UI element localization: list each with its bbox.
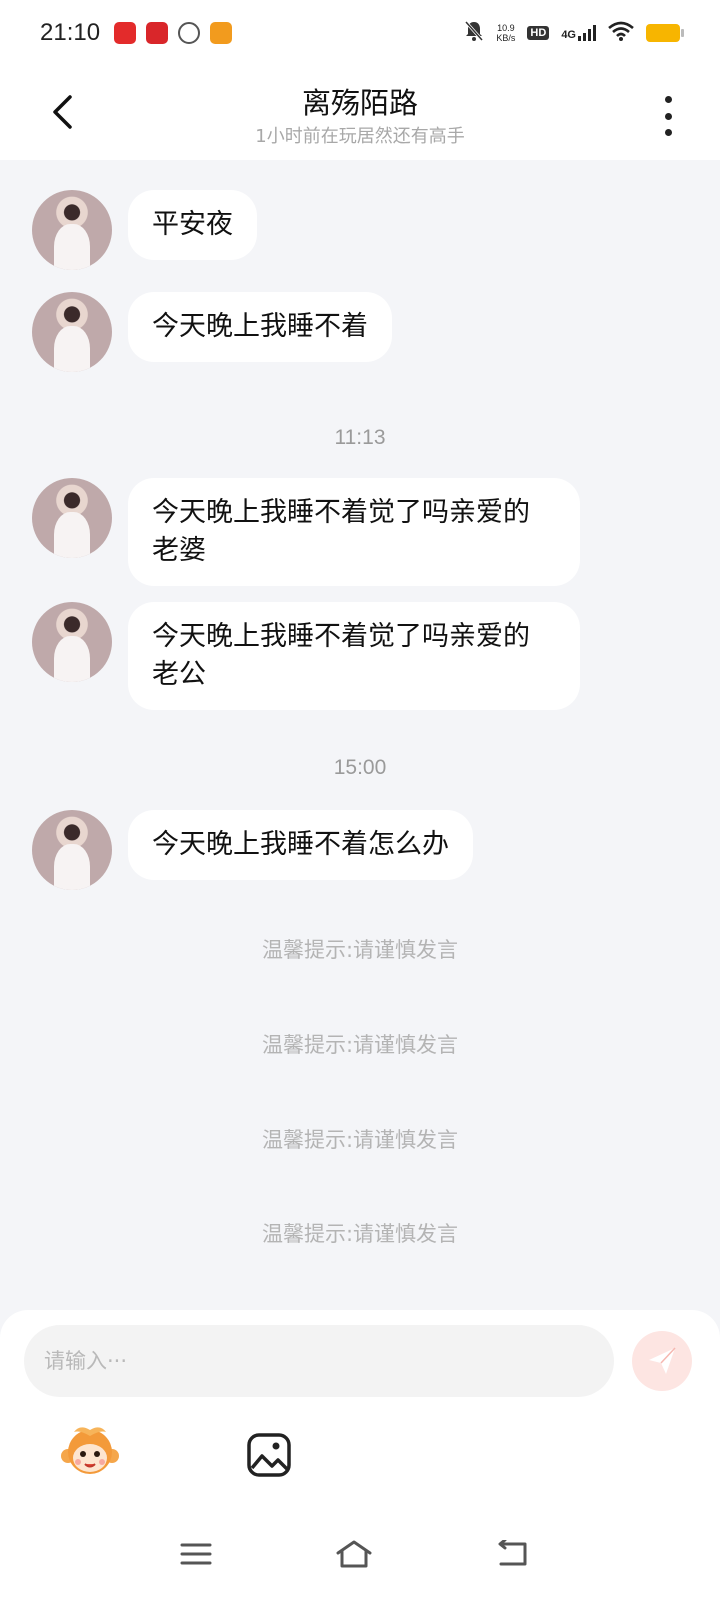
network-type: 4G (561, 29, 576, 41)
message-item: 今天晚上我睡不着觉了吗亲爱的老婆 (32, 478, 580, 586)
contact-avatar[interactable] (32, 810, 112, 890)
timestamp-divider: 15:00 (333, 756, 387, 779)
message-item: 今天晚上我睡不着 (32, 292, 392, 372)
message-bubble[interactable]: 今天晚上我睡不着觉了吗亲爱的老公 (128, 602, 580, 710)
app-notification-icon (178, 22, 201, 44)
mute-bell-icon (464, 20, 484, 46)
contact-name: 离殇陌路 (301, 86, 418, 120)
status-indicators: 10.9 KB/s HD 4G (464, 20, 684, 46)
return-icon (498, 1540, 527, 1566)
wifi-icon (608, 21, 634, 45)
emoji-button[interactable] (60, 1422, 120, 1482)
message-item: 今天晚上我睡不着觉了吗亲爱的老公 (32, 602, 580, 710)
contact-avatar[interactable] (32, 478, 112, 558)
timestamp-divider: 11:13 (334, 426, 386, 449)
menu-button[interactable] (174, 1532, 218, 1576)
network-speed-value: 10.9 (497, 23, 515, 33)
hd-badge: HD (527, 26, 550, 40)
message-item: 今天晚上我睡不着怎么办 (32, 810, 473, 890)
app-notification-icon (210, 22, 233, 44)
emoji-monkey-icon (61, 1427, 119, 1474)
contact-avatar[interactable] (32, 190, 112, 270)
back-nav-button[interactable] (490, 1532, 534, 1576)
system-tip: 温馨提示:请谨慎发言 (261, 938, 459, 962)
message-bubble[interactable]: 今天晚上我睡不着怎么办 (128, 810, 473, 880)
more-vertical-icon (664, 96, 672, 103)
network-speed: 10.9 KB/s (496, 23, 515, 43)
message-bubble[interactable]: 今天晚上我睡不着觉了吗亲爱的老婆 (128, 478, 580, 586)
app-notification-icon (146, 22, 169, 44)
more-options-button[interactable] (658, 96, 678, 136)
message-input[interactable] (24, 1325, 614, 1397)
message-item: 平安夜 (32, 190, 257, 270)
network-speed-unit: KB/s (496, 33, 516, 43)
contact-avatar[interactable] (32, 292, 112, 372)
home-button[interactable] (332, 1532, 376, 1576)
send-button[interactable] (632, 1331, 692, 1391)
chat-screen: 21:10 10.9 KB/s HD 4G 离殇陌路 1小时前在玩居然还有高手 … (0, 0, 720, 1600)
contact-avatar[interactable] (32, 602, 112, 682)
system-tip: 温馨提示:请谨慎发言 (261, 1128, 459, 1152)
message-bubble[interactable]: 今天晚上我睡不着 (128, 292, 392, 362)
status-bar: 21:10 10.9 KB/s HD 4G (0, 0, 720, 66)
home-icon (336, 1540, 372, 1568)
send-icon (649, 1347, 676, 1374)
system-tip: 温馨提示:请谨慎发言 (261, 1222, 459, 1246)
message-bubble[interactable]: 平安夜 (128, 190, 257, 260)
notification-icons (114, 22, 233, 44)
message-list[interactable]: 平安夜 今天晚上我睡不着 11:13 今天晚上我睡不着觉了吗亲爱的老婆 今天晚上… (0, 160, 720, 1310)
chat-header: 离殇陌路 1小时前在玩居然还有高手 (0, 66, 720, 160)
image-picker-button[interactable] (246, 1432, 292, 1478)
system-tip: 温馨提示:请谨慎发言 (261, 1033, 459, 1057)
menu-icon (180, 1543, 212, 1565)
battery-icon (646, 24, 684, 42)
signal-icon: 4G (561, 25, 596, 41)
app-notification-icon (114, 22, 137, 44)
system-navigation-bar (0, 1510, 720, 1600)
image-icon (247, 1433, 291, 1477)
status-time: 21:10 (40, 19, 101, 46)
contact-status: 1小时前在玩居然还有高手 (255, 126, 465, 147)
